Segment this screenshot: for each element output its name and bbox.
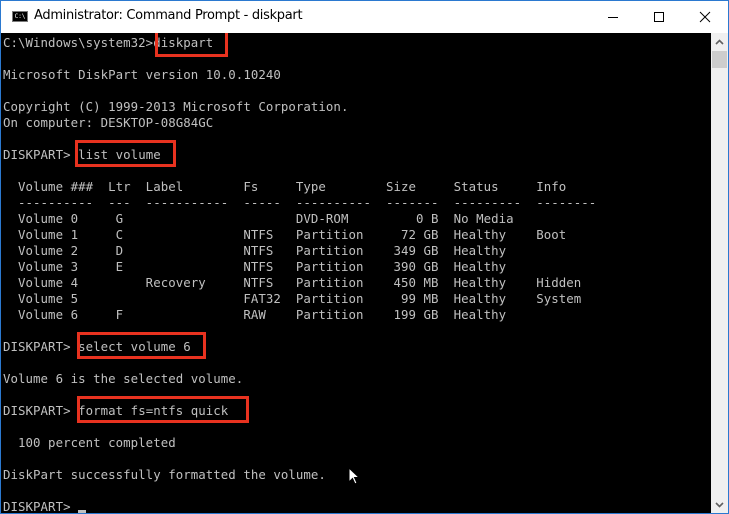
copyright-line: Copyright (C) 1999-2013 Microsoft Corpor… <box>3 99 349 114</box>
maximize-icon <box>654 12 664 22</box>
highlight-box-diskpart <box>155 33 228 57</box>
cmd-icon: C:\ <box>12 11 28 22</box>
diskpart-prompt: DISKPART> <box>3 339 79 354</box>
vertical-scrollbar[interactable] <box>711 33 728 513</box>
table-row: Volume 3 E NTFS Partition 390 GB Healthy <box>3 259 507 274</box>
table-row: Volume 4 Recovery NTFS Partition 450 MB … <box>3 275 582 290</box>
scrollbar-thumb[interactable] <box>712 51 727 68</box>
mouse-pointer-icon <box>348 467 360 485</box>
table-row: Volume 6 F RAW Partition 199 GB Healthy <box>3 307 507 322</box>
computer-line: On computer: DESKTOP-08G84GC <box>3 115 214 130</box>
diskpart-prompt: DISKPART> <box>3 147 79 162</box>
minimize-icon <box>608 17 618 18</box>
highlight-box-list-volume <box>75 140 176 167</box>
close-button[interactable] <box>682 1 728 33</box>
version-line: Microsoft DiskPart version 10.0.10240 <box>3 67 281 82</box>
diskpart-prompt: DISKPART> <box>3 499 79 513</box>
path-prompt: C:\Windows\system32> <box>3 35 154 50</box>
highlight-box-format <box>77 396 249 423</box>
selected-line: Volume 6 is the selected volume. <box>3 371 244 386</box>
scroll-down-button[interactable] <box>711 496 728 513</box>
window-title: Administrator: Command Prompt - diskpart <box>34 8 303 23</box>
scroll-up-button[interactable] <box>711 33 728 50</box>
scroll-up-arrow-icon <box>715 38 724 45</box>
scroll-down-arrow-icon <box>715 501 724 508</box>
success-line: DiskPart successfully formatted the volu… <box>3 467 326 482</box>
highlight-box-select-volume <box>77 332 206 359</box>
table-row: Volume 5 FAT32 Partition 99 MB Healthy S… <box>3 291 582 306</box>
command-prompt-window: C:\ Administrator: Command Prompt - disk… <box>0 0 729 514</box>
diskpart-prompt: DISKPART> <box>3 403 79 418</box>
console-line-current[interactable]: DISKPART> <box>3 499 87 513</box>
text-cursor <box>78 510 87 513</box>
table-row: Volume 1 C NTFS Partition 72 GB Healthy … <box>3 227 567 242</box>
table-separator: ---------- --- ----------- ----- -------… <box>3 195 597 210</box>
table-header: Volume ### Ltr Label Fs Type Size Status… <box>3 179 567 194</box>
title-bar[interactable]: C:\ Administrator: Command Prompt - disk… <box>1 1 728 33</box>
maximize-button[interactable] <box>636 1 682 33</box>
progress-line: 100 percent completed <box>3 435 176 450</box>
table-row: Volume 2 D NTFS Partition 349 GB Healthy <box>3 243 507 258</box>
minimize-button[interactable] <box>590 1 636 33</box>
close-icon <box>699 11 711 23</box>
console-output[interactable]: C:\Windows\system32>diskpart Microsoft D… <box>1 33 711 513</box>
table-row: Volume 0 G DVD-ROM 0 B No Media <box>3 211 514 226</box>
